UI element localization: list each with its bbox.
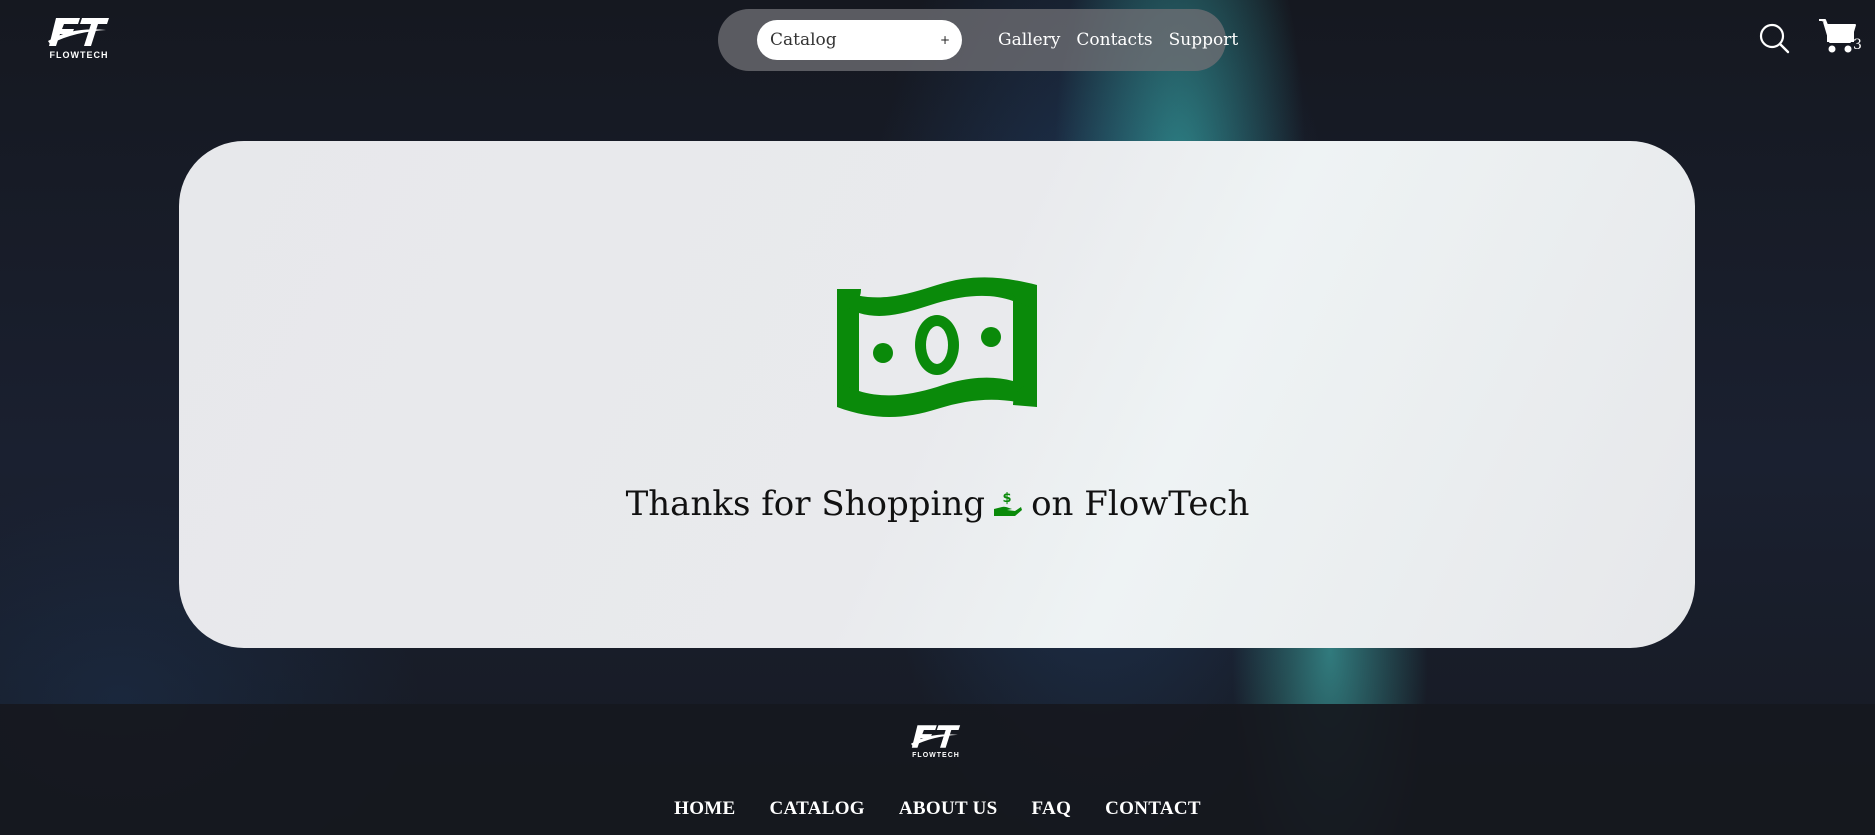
thank-you-text-start: Thanks for Shopping [625,484,986,524]
search-icon [1759,23,1790,54]
ft-logo-mark [911,725,961,748]
thank-you-message: Thanks for Shopping $ on FlowTech [0,484,1875,524]
catalog-dropdown-value: Catalog [770,30,837,50]
footer-link-about-us[interactable]: ABOUT US [899,798,998,820]
footer-link-contact[interactable]: CONTACT [1105,798,1201,820]
footer-navigation: HOME CATALOG ABOUT US FAQ CONTACT [0,798,1875,820]
cart-count-badge: 3 [1853,37,1862,53]
logo-wordmark: FLOWTECH [49,50,109,60]
footer-link-faq[interactable]: FAQ [1032,798,1072,820]
nav-link-gallery[interactable]: Gallery [998,30,1060,50]
main-navigation: Catalog + Gallery Contacts Support [718,9,1238,71]
footer-link-home[interactable]: HOME [674,798,735,820]
search-button[interactable] [1758,22,1790,54]
thank-you-text-end: on FlowTech [1031,484,1250,524]
money-bill-icon [837,277,1037,417]
nav-links: Gallery Contacts Support [998,9,1238,71]
hand-holding-dollar-icon: $ [994,491,1023,516]
catalog-dropdown[interactable]: Catalog + [757,20,962,60]
footer-logo[interactable]: FLOWTECH [909,722,963,759]
cart-button[interactable] [1818,16,1858,56]
nav-link-support[interactable]: Support [1169,30,1239,50]
plus-icon: + [939,33,950,47]
nav-link-contacts[interactable]: Contacts [1076,30,1152,50]
cart-icon [1819,19,1856,53]
svg-text:$: $ [1003,491,1012,506]
logo-wordmark: FLOWTECH [912,752,960,759]
header-logo[interactable]: FLOWTECH [46,14,112,60]
footer-link-catalog[interactable]: CATALOG [770,798,865,820]
ft-logo-mark [48,18,109,46]
